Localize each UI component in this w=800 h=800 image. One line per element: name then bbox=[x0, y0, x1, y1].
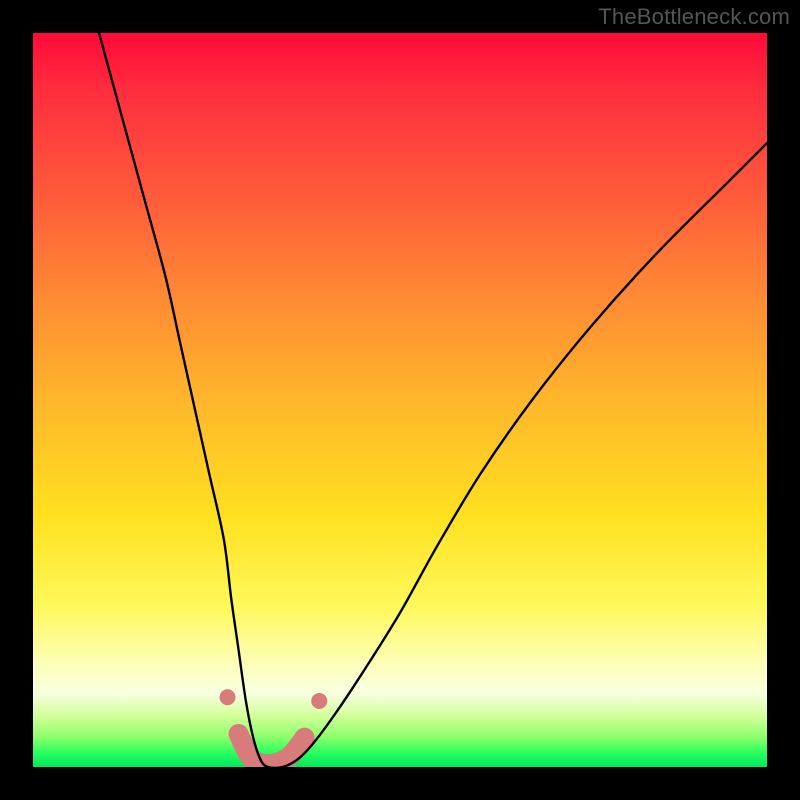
chart-frame: TheBottleneck.com bbox=[0, 0, 800, 800]
watermark-text: TheBottleneck.com bbox=[598, 4, 790, 30]
valley-dot-left bbox=[220, 689, 236, 705]
plot-area bbox=[33, 33, 767, 767]
bottleneck-curve bbox=[99, 33, 767, 767]
valley-marker bbox=[239, 734, 305, 764]
valley-dot-right bbox=[311, 693, 327, 709]
curve-layer bbox=[33, 33, 767, 767]
